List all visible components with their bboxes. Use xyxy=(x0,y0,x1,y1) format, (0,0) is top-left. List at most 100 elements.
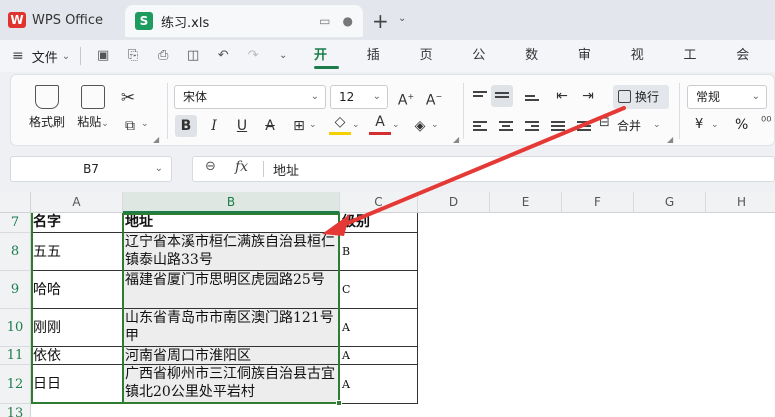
strikethrough-button[interactable]: A xyxy=(259,115,281,137)
align-right-icon[interactable] xyxy=(525,121,539,131)
cell-c8[interactable]: B xyxy=(340,233,418,271)
cell-c11[interactable]: A xyxy=(340,347,418,365)
cell-a8[interactable]: 五五 xyxy=(31,233,123,271)
distributed-align-icon[interactable] xyxy=(577,121,591,131)
thousands-separator-icon[interactable]: ⁰⁰ xyxy=(761,115,771,130)
copy-chevron-icon[interactable]: ⌄ xyxy=(141,119,149,129)
cell-b10[interactable]: 山东省青岛市市南区澳门路121号甲 xyxy=(123,309,340,347)
border-chevron-icon[interactable]: ⌄ xyxy=(309,120,317,130)
font-color-chevron-icon[interactable]: ⌄ xyxy=(392,120,400,130)
column-header-b[interactable]: B xyxy=(123,192,340,213)
border-icon[interactable]: ⊞ xyxy=(288,115,310,137)
underline-button[interactable]: U xyxy=(231,115,253,137)
cell-b7[interactable]: 地址 xyxy=(123,213,340,233)
font-size-select[interactable]: 12 ⌄ xyxy=(330,85,388,109)
align-launcher-icon[interactable]: ◢ xyxy=(667,135,673,144)
align-center-icon[interactable] xyxy=(499,121,513,131)
justify-icon[interactable] xyxy=(551,121,565,131)
cell-a9[interactable]: 哈哈 xyxy=(31,271,123,309)
print-icon[interactable]: ⎙ xyxy=(155,48,171,64)
fill-handle[interactable] xyxy=(336,400,342,406)
align-left-icon[interactable] xyxy=(473,121,487,131)
font-name-select[interactable]: 宋体 ⌄ xyxy=(174,85,326,109)
spreadsheet-grid[interactable]: A B C D E F G H 7 名字 地址 级别 8 五五 辽宁省本溪市桓仁… xyxy=(0,192,775,417)
cell-c12[interactable]: A xyxy=(340,365,418,404)
clear-chevron-icon[interactable]: ⌄ xyxy=(431,120,439,130)
more-chevron-icon[interactable]: ⌄ xyxy=(275,48,291,64)
cell-b11[interactable]: 河南省周口市淮阳区 xyxy=(123,347,340,365)
row-header-12[interactable]: 12 xyxy=(0,365,31,404)
currency-chevron-icon[interactable]: ⌄ xyxy=(711,120,719,130)
merge-label[interactable]: 合并 xyxy=(617,117,641,134)
window-mode-icon[interactable]: ▭ xyxy=(319,14,330,28)
tab-data[interactable]: 数据 xyxy=(511,40,564,95)
font-launcher-icon[interactable]: ◢ xyxy=(453,135,459,144)
cell-a7[interactable]: 名字 xyxy=(31,213,123,233)
tab-list-chevron-icon[interactable]: ⌄ xyxy=(398,13,406,24)
new-tab-button[interactable]: + xyxy=(372,9,389,33)
column-header-g[interactable]: G xyxy=(634,192,706,213)
align-top-icon[interactable] xyxy=(473,91,487,101)
select-all-corner[interactable] xyxy=(0,192,31,213)
cell-a10[interactable]: 刚刚 xyxy=(31,309,123,347)
wrap-text-button[interactable]: 换行 xyxy=(613,85,669,109)
row-header-10[interactable]: 10 xyxy=(0,309,31,347)
decrease-font-icon[interactable]: A− xyxy=(423,86,445,109)
clear-format-icon[interactable]: ◈ xyxy=(409,115,431,137)
align-bottom-icon[interactable] xyxy=(525,95,539,105)
format-painter-button[interactable]: 格式刷 xyxy=(25,85,69,130)
bold-button[interactable]: B xyxy=(175,115,197,137)
column-header-e[interactable]: E xyxy=(490,192,562,213)
zoom-search-icon[interactable]: ⊖ xyxy=(205,159,216,174)
cell-a12[interactable]: 日日 xyxy=(31,365,123,404)
align-middle-button[interactable] xyxy=(491,85,513,107)
fx-icon[interactable]: fx xyxy=(235,159,248,175)
name-box[interactable]: B7 ⌄ xyxy=(10,156,172,182)
tab-formula[interactable]: 公式 xyxy=(458,40,511,95)
row-header-7[interactable]: 7 xyxy=(0,213,31,233)
increase-indent-icon[interactable]: ⇥ xyxy=(577,85,599,107)
tab-view[interactable]: 视图 xyxy=(617,40,670,95)
decrease-indent-icon[interactable]: ⇤ xyxy=(551,85,573,107)
cell-c10[interactable]: A xyxy=(340,309,418,347)
cell-c9[interactable]: C xyxy=(340,271,418,309)
currency-button[interactable]: ¥ xyxy=(695,117,703,132)
cell-a11[interactable]: 依依 xyxy=(31,347,123,365)
formula-input[interactable]: ⊖ fx 地址 xyxy=(192,156,775,182)
redo-icon[interactable]: ↷ xyxy=(245,48,261,64)
cut-icon[interactable]: ✂ xyxy=(117,87,139,109)
paste-button[interactable]: 粘贴⌄ xyxy=(75,85,111,130)
fill-color-chevron-icon[interactable]: ⌄ xyxy=(352,120,360,130)
font-color-icon[interactable]: A xyxy=(369,113,391,135)
tab-review[interactable]: 审阅 xyxy=(564,40,617,95)
tab-tools[interactable]: 工具 xyxy=(669,40,722,95)
number-format-select[interactable]: 常规 ⌄ xyxy=(687,85,767,109)
cell-c7[interactable]: 级别 xyxy=(340,213,418,233)
undo-icon[interactable]: ↶ xyxy=(215,48,231,64)
column-header-h[interactable]: H xyxy=(706,192,775,213)
italic-button[interactable]: I xyxy=(203,115,225,137)
file-menu[interactable]: 文件 ⌄ xyxy=(32,47,70,66)
file-tab[interactable]: S 练习.xls ▭ ● xyxy=(125,5,363,37)
column-header-a[interactable]: A xyxy=(31,192,123,213)
cell-b9[interactable]: 福建省厦门市思明区虎园路25号 xyxy=(123,271,340,309)
cell-b8[interactable]: 辽宁省本溪市桓仁满族自治县桓仁镇泰山路33号 xyxy=(123,233,340,271)
cell-b12[interactable]: 广西省柳州市三江侗族自治县古宜镇北20公里处平岩村 xyxy=(123,365,340,404)
column-header-f[interactable]: F xyxy=(562,192,634,213)
row-header-13[interactable]: 13 xyxy=(0,404,31,417)
tab-status-dot-icon[interactable]: ● xyxy=(343,14,353,28)
print-preview-icon[interactable]: ◫ xyxy=(185,48,201,64)
merge-chevron-icon[interactable]: ⌄ xyxy=(653,120,661,130)
row-header-8[interactable]: 8 xyxy=(0,233,31,271)
clipboard-launcher-icon[interactable]: ◢ xyxy=(153,135,159,144)
save-icon[interactable]: ▣ xyxy=(95,48,111,64)
wps-office-tab[interactable]: W WPS Office xyxy=(8,7,103,33)
hamburger-menu-icon[interactable]: ≡ xyxy=(12,48,24,64)
row-header-11[interactable]: 11 xyxy=(0,347,31,365)
row-header-9[interactable]: 9 xyxy=(0,271,31,309)
fill-color-icon[interactable]: ◇ xyxy=(329,113,351,135)
tab-insert[interactable]: 插入 xyxy=(353,40,406,95)
percent-button[interactable]: % xyxy=(735,117,748,133)
tab-home[interactable]: 开始 xyxy=(300,40,353,95)
merge-cells-icon[interactable]: ⊟ xyxy=(599,115,610,130)
